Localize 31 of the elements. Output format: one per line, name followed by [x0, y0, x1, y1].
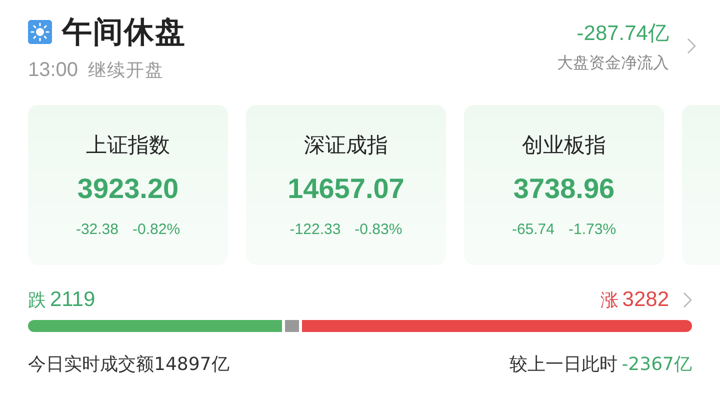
fall-label: 跌	[28, 289, 46, 312]
index-percent: -1.73%	[568, 221, 616, 238]
fund-flow-label: 大盘资金净流入	[557, 52, 669, 74]
index-value: 3738.96	[513, 173, 615, 205]
index-card[interactable]: 创业板指 3738.96 -65.74 -1.73%	[464, 105, 664, 265]
chevron-right-icon[interactable]	[683, 292, 692, 308]
index-percent: -0.83%	[354, 221, 402, 238]
status-subtitle: 继续开盘	[88, 59, 164, 82]
index-value: 14657.07	[288, 173, 404, 205]
index-percent: -0.82%	[132, 221, 180, 238]
chevron-right-icon[interactable]	[687, 38, 696, 54]
index-name: 创业板指	[522, 132, 606, 159]
index-card[interactable]: 上证指数 3923.20 -32.38 -0.82%	[28, 105, 228, 265]
index-value: 3923.20	[77, 173, 179, 205]
flat-bar	[284, 320, 299, 332]
index-change: -65.74	[512, 221, 554, 238]
index-name: 上证指数	[86, 132, 170, 159]
index-change: -32.38	[76, 221, 118, 238]
turnover-label: 今日实时成交额14897亿	[28, 353, 230, 376]
index-name: 深证成指	[304, 132, 388, 159]
fall-count: 2119	[50, 288, 96, 312]
compare-label: 较上一日此时	[510, 353, 618, 376]
fund-flow-value: -287.74亿	[576, 20, 669, 46]
index-card[interactable]: 深证成指 14657.07 -122.33 -0.83%	[246, 105, 446, 265]
sun-icon	[28, 20, 52, 44]
status-title: 午间休盘	[62, 14, 186, 52]
rise-label: 涨	[600, 289, 618, 312]
rise-count: 3282	[622, 288, 669, 312]
index-change: -122.33	[290, 221, 341, 238]
time-label: 13:00	[28, 58, 78, 82]
compare-value: -2367亿	[622, 353, 692, 376]
